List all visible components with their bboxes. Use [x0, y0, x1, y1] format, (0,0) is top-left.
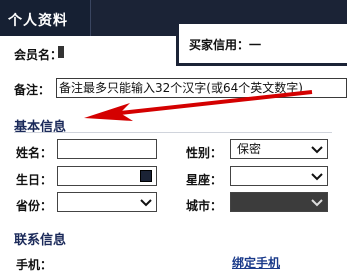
city-label: 城市：: [186, 199, 223, 213]
buyer-credit-text: 买家信用：一: [189, 38, 262, 52]
calendar-icon[interactable]: [140, 170, 152, 182]
remark-input[interactable]: 备注最多只能输入32个汉字(或64个英文数字): [56, 78, 347, 98]
chevron-down-icon: [140, 199, 152, 207]
chevron-down-icon: [311, 199, 323, 207]
buyer-credit-popup: 买家信用：一: [176, 0, 347, 66]
popup-header: [179, 0, 347, 24]
chevron-down-icon: [311, 173, 323, 181]
tab-profile[interactable]: 个人资料: [0, 0, 91, 36]
name-input[interactable]: [57, 139, 157, 159]
member-name-value: [58, 46, 64, 58]
gender-value: 保密: [237, 142, 262, 156]
remark-label: 备注：: [14, 83, 51, 97]
province-label: 省份：: [16, 199, 53, 213]
birthday-input[interactable]: [57, 166, 157, 186]
name-label: 姓名：: [16, 146, 53, 160]
gender-label: 性别：: [186, 146, 223, 160]
province-select[interactable]: [57, 192, 157, 212]
constellation-select[interactable]: [230, 166, 328, 186]
gender-select[interactable]: 保密: [230, 139, 328, 159]
birthday-label: 生日：: [16, 173, 53, 187]
city-select[interactable]: [230, 192, 328, 212]
phone-label: 手机：: [16, 258, 53, 272]
page-title: 个人资料: [8, 13, 68, 29]
member-name-label: 会员名：: [14, 48, 63, 62]
constellation-label: 星座：: [186, 173, 223, 187]
bind-phone-link[interactable]: 绑定手机: [232, 254, 280, 271]
chevron-down-icon: [311, 146, 323, 154]
section-divider: [14, 132, 332, 133]
contact-info-heading: 联系信息: [14, 233, 67, 248]
